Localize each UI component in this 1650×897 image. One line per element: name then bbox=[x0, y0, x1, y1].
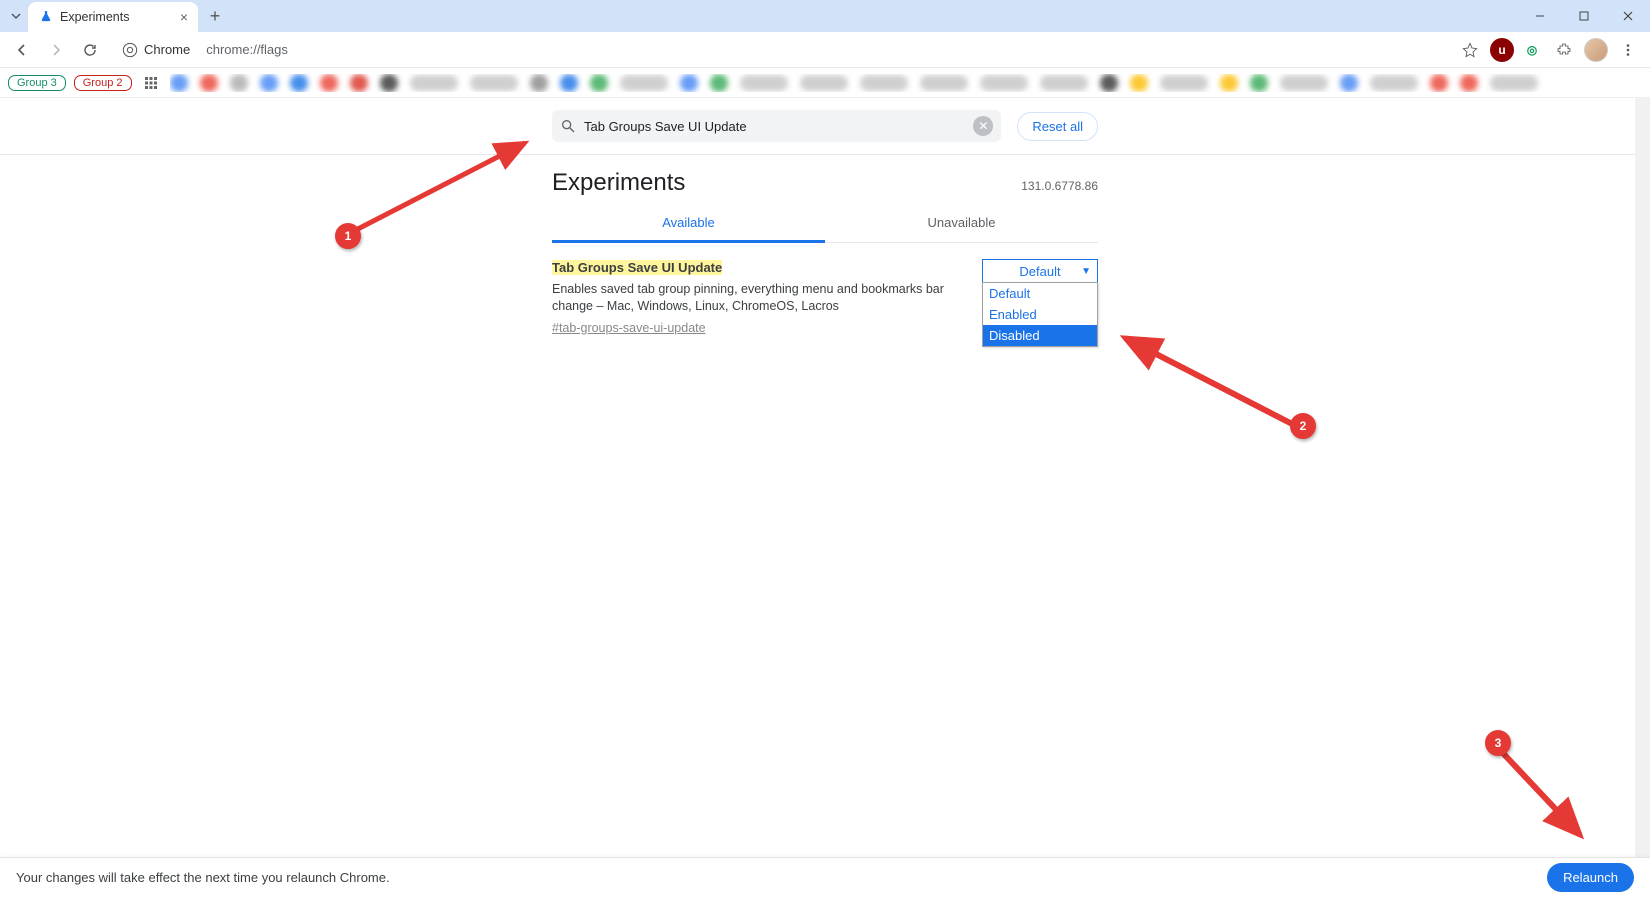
page-content: ✕ Reset all Experiments 131.0.6778.86 Av… bbox=[0, 98, 1650, 857]
relaunch-button[interactable]: Relaunch bbox=[1547, 863, 1634, 892]
tab-group-badge[interactable]: Group 2 bbox=[74, 75, 132, 91]
search-input[interactable] bbox=[584, 119, 965, 134]
site-info-chip[interactable]: Chrome bbox=[114, 40, 198, 60]
footer-message: Your changes will take effect the next t… bbox=[16, 870, 390, 885]
tab-strip: Experiments × + bbox=[4, 0, 228, 32]
option-default[interactable]: Default bbox=[983, 283, 1097, 304]
profile-avatar[interactable] bbox=[1584, 38, 1608, 62]
new-tab-button[interactable]: + bbox=[202, 3, 228, 29]
apps-grid-icon[interactable] bbox=[140, 72, 162, 94]
select-button[interactable]: Default ▼ bbox=[982, 259, 1098, 283]
search-box[interactable]: ✕ bbox=[552, 110, 1001, 142]
option-disabled[interactable]: Disabled bbox=[983, 325, 1097, 346]
tab-group-badge[interactable]: Group 3 bbox=[8, 75, 66, 91]
tab-title: Experiments bbox=[60, 10, 174, 24]
flags-topbar: ✕ Reset all bbox=[552, 98, 1098, 154]
page-title: Experiments bbox=[552, 169, 685, 197]
flag-anchor-link[interactable]: #tab-groups-save-ui-update bbox=[552, 320, 706, 338]
reload-button[interactable] bbox=[76, 36, 104, 64]
close-icon[interactable]: × bbox=[180, 9, 188, 25]
forward-button[interactable] bbox=[42, 36, 70, 64]
option-enabled[interactable]: Enabled bbox=[983, 304, 1097, 325]
ublock-icon[interactable]: u bbox=[1490, 38, 1514, 62]
reset-all-button[interactable]: Reset all bbox=[1017, 112, 1098, 141]
tab-unavailable[interactable]: Unavailable bbox=[825, 205, 1098, 242]
window-controls bbox=[1518, 3, 1650, 29]
minimize-button[interactable] bbox=[1518, 3, 1562, 29]
bookmarks-blurred bbox=[170, 74, 1643, 92]
maximize-button[interactable] bbox=[1562, 3, 1606, 29]
extension-icon[interactable]: ◎ bbox=[1520, 38, 1544, 62]
flag-row: Tab Groups Save UI Update Enables saved … bbox=[552, 243, 1098, 353]
annotation-badge: 1 bbox=[335, 223, 361, 249]
browser-toolbar: Chrome chrome://flags u ◎ bbox=[0, 32, 1650, 68]
search-icon bbox=[560, 118, 576, 134]
tab-available[interactable]: Available bbox=[552, 205, 825, 243]
flag-select[interactable]: Default ▼ Default Enabled Disabled bbox=[982, 259, 1098, 337]
url-text: chrome://flags bbox=[206, 42, 288, 57]
extensions-puzzle-icon[interactable] bbox=[1550, 36, 1578, 64]
menu-dots-icon[interactable] bbox=[1614, 36, 1642, 64]
select-dropdown: Default Enabled Disabled bbox=[982, 282, 1098, 347]
chevron-down-icon: ▼ bbox=[1081, 266, 1091, 277]
bookmarks-bar: Group 3 Group 2 bbox=[0, 68, 1650, 98]
site-chip-label: Chrome bbox=[144, 42, 190, 57]
browser-tab[interactable]: Experiments × bbox=[28, 2, 198, 32]
flag-title: Tab Groups Save UI Update bbox=[552, 260, 722, 275]
annotation-badge: 2 bbox=[1290, 413, 1316, 439]
select-value: Default bbox=[1019, 264, 1060, 279]
scrollbar-track[interactable] bbox=[1635, 98, 1650, 857]
tabs-row: Available Unavailable bbox=[552, 205, 1098, 243]
tab-search-button[interactable] bbox=[4, 4, 28, 28]
clear-search-icon[interactable]: ✕ bbox=[973, 116, 993, 136]
address-bar[interactable]: Chrome chrome://flags bbox=[110, 40, 1450, 60]
relaunch-bar: Your changes will take effect the next t… bbox=[0, 857, 1650, 897]
flask-icon bbox=[38, 9, 54, 25]
version-label: 131.0.6778.86 bbox=[1021, 179, 1098, 193]
annotation-arrow bbox=[1110, 323, 1320, 443]
chrome-icon bbox=[122, 42, 138, 58]
bookmark-star-icon[interactable] bbox=[1456, 36, 1484, 64]
window-title-bar: Experiments × + bbox=[0, 0, 1650, 32]
flag-description: Enables saved tab group pinning, everyth… bbox=[552, 281, 966, 316]
back-button[interactable] bbox=[8, 36, 36, 64]
close-window-button[interactable] bbox=[1606, 3, 1650, 29]
